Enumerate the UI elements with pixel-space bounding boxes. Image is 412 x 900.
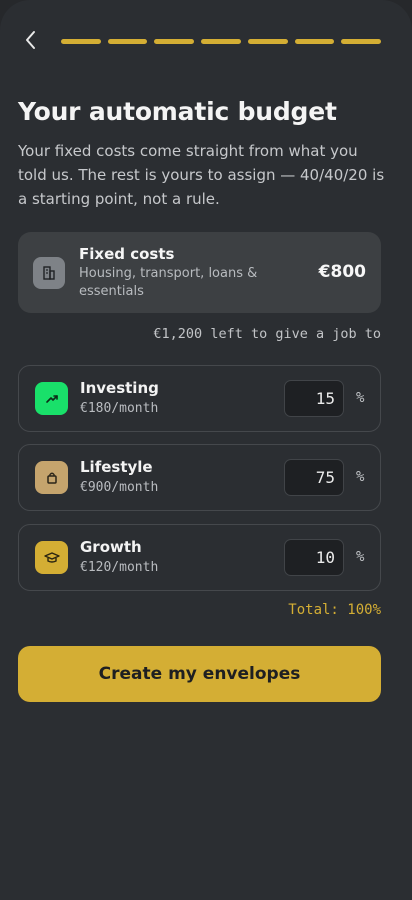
envelope-card-lifestyle: Lifestyle €900/month % (18, 444, 381, 511)
progress-step (247, 39, 288, 44)
progress-step (107, 39, 148, 44)
envelope-card-investing: Investing €180/month % (18, 365, 381, 432)
envelope-name: Lifestyle (80, 458, 153, 476)
fixed-costs-title: Fixed costs (79, 245, 175, 263)
envelope-monthly-amount: €900/month (80, 480, 159, 495)
fixed-costs-description: Housing, transport, loans & essentials (79, 266, 258, 299)
page-subtitle: Your fixed costs come straight from what… (18, 142, 385, 208)
envelope-name: Growth (80, 538, 142, 556)
envelope-monthly-amount: €180/month (80, 401, 159, 416)
growth-percent-input[interactable] (284, 539, 344, 576)
chevron-left-icon (26, 31, 35, 49)
envelope-name: Investing (80, 379, 159, 397)
fixed-costs-amount: €800 (318, 262, 366, 282)
graduation-cap-icon (35, 541, 68, 574)
trending-up-icon (35, 382, 68, 415)
percent-unit: % (356, 469, 365, 485)
create-envelopes-button[interactable]: Create my envelopes (18, 646, 381, 702)
envelope-card-growth: Growth €120/month % (18, 524, 381, 591)
investing-percent-input[interactable] (284, 380, 344, 417)
progress-bar (61, 39, 382, 44)
progress-step (154, 39, 195, 44)
remaining-amount-text: €1,200 left to give a job to (153, 326, 381, 342)
progress-step (61, 39, 101, 44)
budget-screen: Your automatic budget Your fixed costs c… (0, 0, 412, 900)
shopping-bag-icon (35, 461, 68, 494)
percent-unit: % (356, 390, 365, 406)
building-icon (33, 257, 65, 289)
progress-step (201, 39, 241, 44)
back-button[interactable] (20, 28, 42, 52)
lifestyle-percent-input[interactable] (284, 459, 344, 496)
envelope-monthly-amount: €120/month (80, 560, 159, 575)
percent-unit: % (356, 549, 365, 565)
page-title: Your automatic budget (18, 97, 337, 126)
fixed-costs-card: Fixed costs Housing, transport, loans & … (18, 232, 381, 313)
progress-step (294, 39, 335, 44)
progress-step (341, 39, 382, 44)
total-percent-text: Total: 100% (288, 602, 381, 618)
